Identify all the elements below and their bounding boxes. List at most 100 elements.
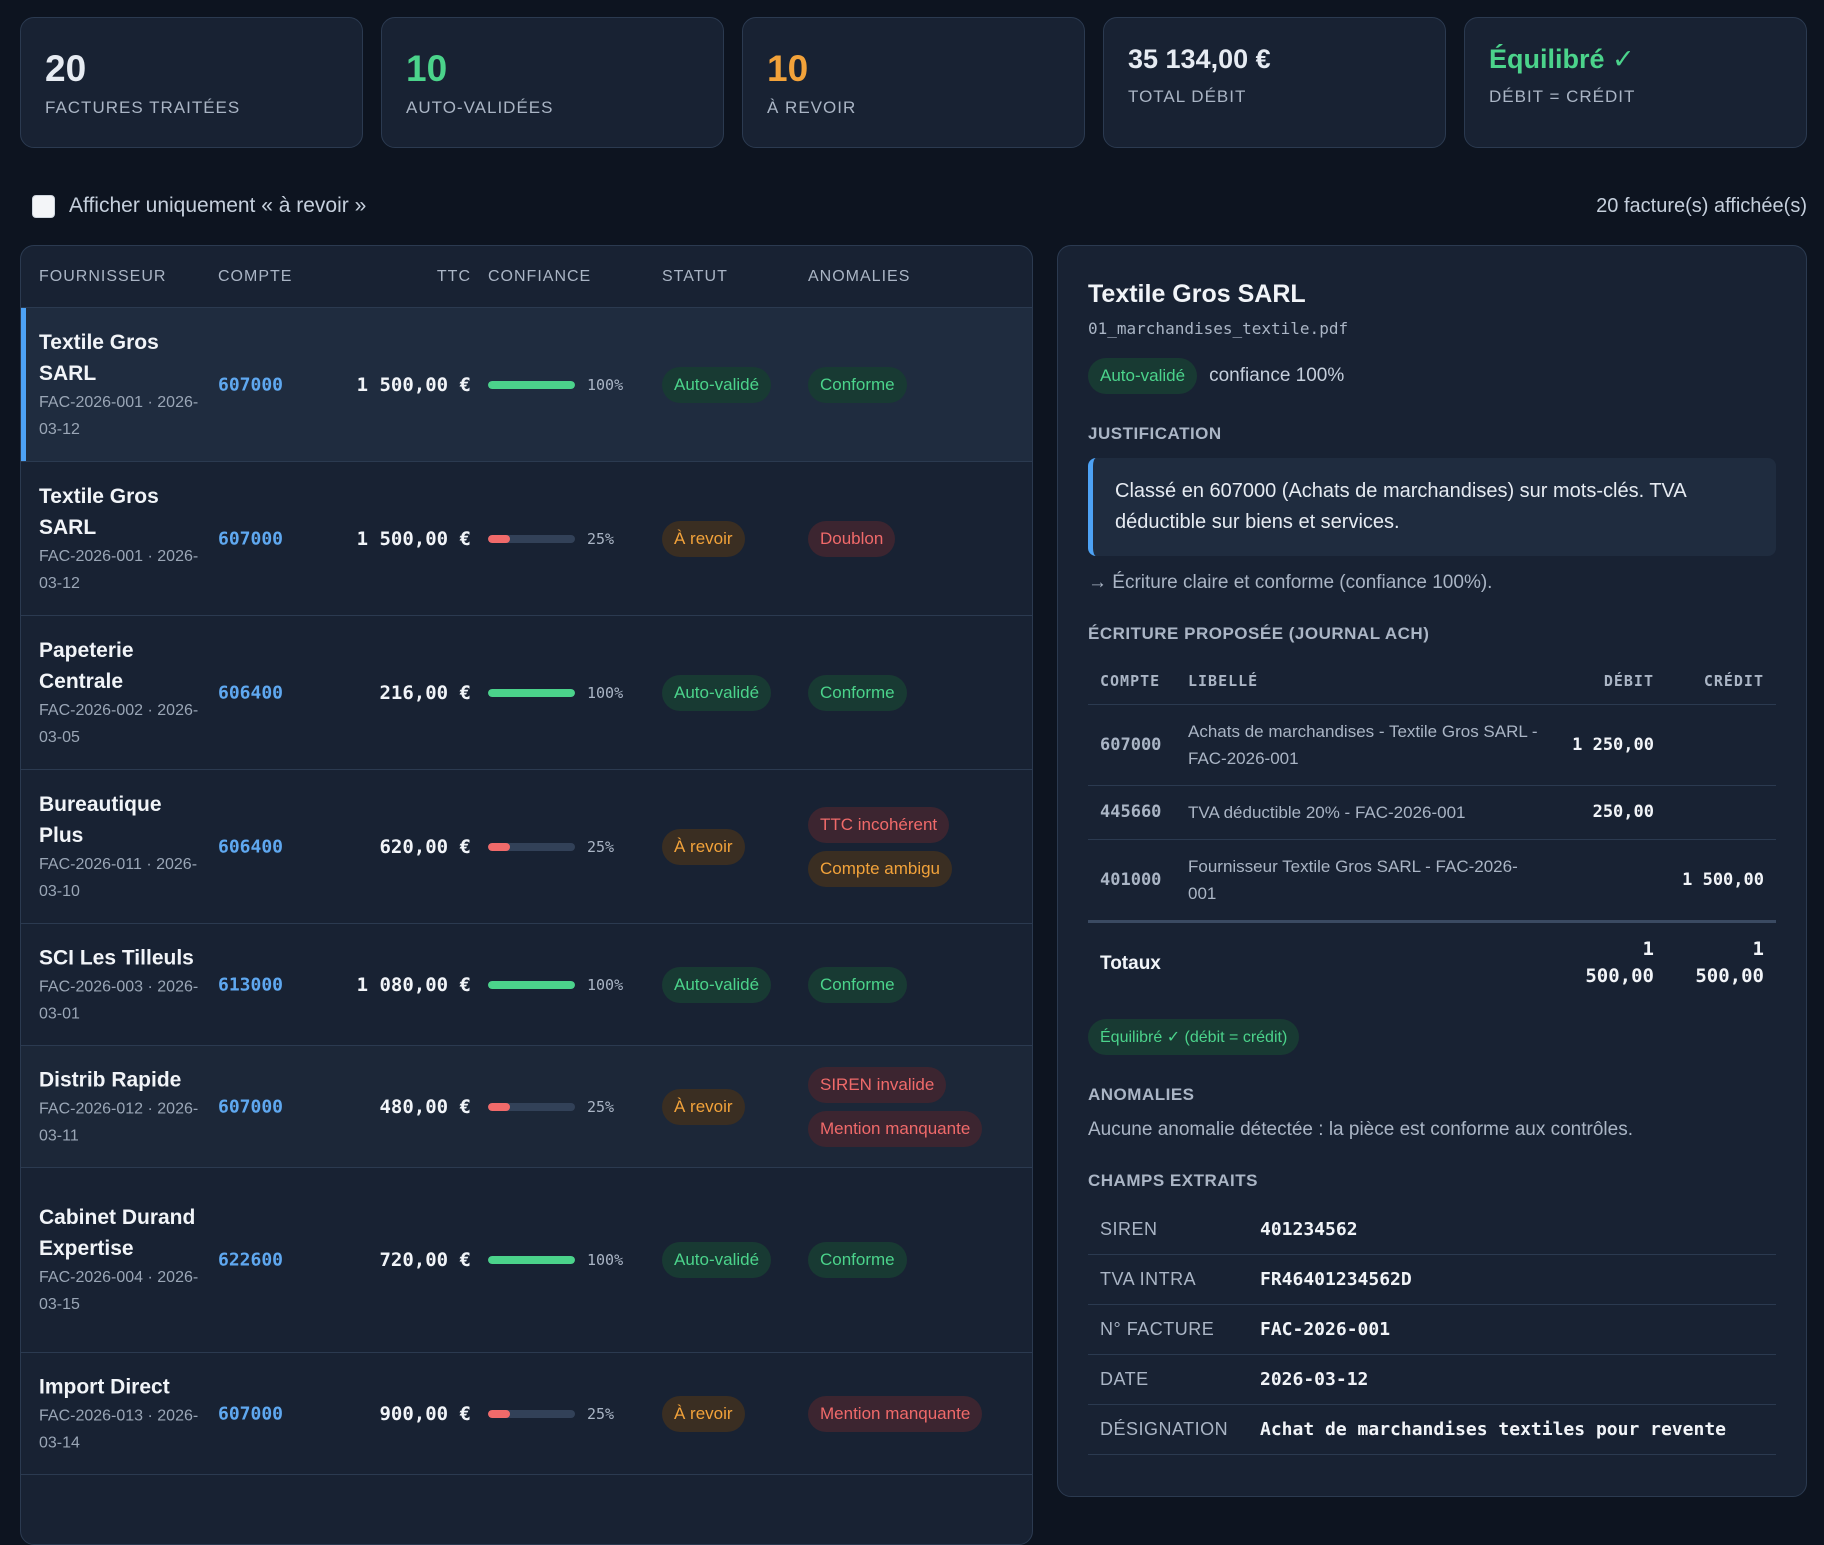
stat-card-total-debit: 35 134,00 € Total débit [1103, 17, 1446, 148]
supplier-name: SCI Les Tilleuls [39, 946, 194, 969]
header-supplier: Fournisseur [39, 267, 167, 285]
anomaly-badge: TTC incohérent [808, 806, 950, 843]
entry-row: 401000 Fournisseur Textile Gros SARL - F… [1088, 839, 1776, 922]
status-cell: À revoir [662, 828, 802, 865]
anomalies-cell: SIREN invalide Mention manquante [808, 1066, 1028, 1147]
status-badge: À revoir [662, 520, 745, 557]
invoice-ref: FAC-2026-001 · 2026-03-12 [39, 393, 199, 438]
entry-header-credit: CRÉDIT [1666, 658, 1776, 705]
account-code: 613000 [218, 974, 284, 995]
anomaly-badge: Compte ambigu [808, 850, 953, 887]
confidence-value: 25% [587, 529, 615, 548]
account-code: 607000 [218, 1096, 284, 1117]
ttc-amount: 1 080,00 € [356, 973, 471, 996]
entry-totals-row: Totaux 1 500,00 1 500,00 [1088, 920, 1776, 1003]
ttc-amount: 1 500,00 € [356, 373, 471, 396]
table-row[interactable]: Cabinet Durand Expertise FAC-2026-004 · … [21, 1168, 1032, 1353]
supplier-name: Papeterie Centrale [39, 638, 134, 693]
confidence-cell: 25% [488, 1405, 648, 1423]
field-row: Désignation Achat de marchandises textil… [1088, 1404, 1776, 1455]
confidence-value: 100% [587, 975, 624, 994]
invoice-ref: FAC-2026-002 · 2026-03-05 [39, 701, 199, 746]
stat-label: Total débit [1128, 87, 1247, 106]
invoice-ref: FAC-2026-011 · 2026-03-10 [39, 855, 198, 900]
status-badge: Auto-validé [1088, 358, 1198, 394]
supplier-name: Import Direct [39, 1375, 170, 1398]
totals-credit: 1 500,00 [1666, 920, 1776, 1003]
review-filter[interactable]: Afficher uniquement « à revoir » [32, 194, 366, 218]
field-value: Achat de marchandises textiles pour reve… [1248, 1404, 1776, 1455]
confidence-bar [488, 688, 575, 697]
entry-label: TVA déductible 20% - FAC-2026-001 [1176, 785, 1556, 840]
entry-debit: 1 250,00 [1556, 704, 1666, 786]
confidence-value: 25% [587, 1404, 615, 1423]
invoice-ref: FAC-2026-001 · 2026-03-12 [39, 547, 199, 592]
anomaly-badge: SIREN invalide [808, 1066, 947, 1103]
supplier-cell: Textile Gros SARL FAC-2026-001 · 2026-03… [39, 481, 199, 597]
table-row[interactable]: Distrib Rapide FAC-2026-012 · 2026-03-11… [21, 1046, 1032, 1168]
confidence-value: 25% [587, 1097, 615, 1116]
confidence-value: 100% [587, 1251, 624, 1269]
entry-header-label: LIBELLÉ [1176, 658, 1556, 705]
account-code: 622600 [218, 1249, 284, 1271]
anomalies-cell: Conforme [808, 1242, 1028, 1278]
status-cell: Auto-validé [662, 966, 802, 1003]
invoice-detail: Textile Gros SARL 01_marchandises_textil… [1057, 245, 1807, 1497]
table-row[interactable]: Textile Gros SARL FAC-2026-001 · 2026-03… [21, 462, 1032, 616]
stats-bar: 20 Factures traitées 10 Auto-validées 10… [20, 17, 1807, 148]
status-badge: À revoir [662, 1395, 745, 1432]
invoice-table: Fournisseur Compte TTC Confiance Statut … [20, 245, 1033, 1545]
table-row[interactable]: Textile Gros SARL FAC-2026-001 · 2026-03… [21, 308, 1032, 462]
stat-label: À revoir [767, 98, 857, 117]
table-row[interactable]: Bureautique Plus FAC-2026-011 · 2026-03-… [21, 770, 1032, 924]
detail-file: 01_marchandises_textile.pdf [1088, 319, 1349, 338]
header-status: Statut [662, 267, 728, 285]
stat-value: 10 [767, 48, 809, 89]
anomalies-cell: Conforme [808, 674, 1028, 711]
confidence-value: 100% [587, 375, 624, 394]
justification-text: Classé en 607000 (Achats de marchandises… [1088, 458, 1776, 556]
anomaly-badge: Doublon [808, 520, 896, 557]
status-cell: Auto-validé [662, 1242, 802, 1278]
entry-credit: 1 500,00 [1666, 839, 1776, 922]
confidence-cell: 25% [488, 1098, 648, 1116]
review-filter-label: Afficher uniquement « à revoir » [69, 194, 367, 217]
ttc-amount: 480,00 € [379, 1095, 471, 1118]
header-confidence: Confiance [488, 267, 592, 285]
confidence-cell: 100% [488, 684, 648, 702]
table-row[interactable]: Papeterie Centrale FAC-2026-002 · 2026-0… [21, 616, 1032, 770]
anomaly-badge: Mention manquante [808, 1110, 983, 1147]
status-badge: Auto-validé [662, 366, 772, 403]
stat-value: 10 [406, 48, 448, 89]
confidence-bar [488, 980, 575, 989]
confidence-bar [488, 842, 575, 851]
confidence-bar [488, 1102, 575, 1111]
table-header: Fournisseur Compte TTC Confiance Statut … [21, 246, 1032, 308]
anomalies-cell: Mention manquante [808, 1395, 1028, 1432]
supplier-cell: Papeterie Centrale FAC-2026-002 · 2026-0… [39, 635, 199, 751]
supplier-name: Textile Gros SARL [39, 330, 159, 385]
stat-value: 35 134,00 € [1128, 44, 1271, 74]
anomaly-badge: Conforme [808, 1242, 907, 1278]
entry-row: 607000 Achats de marchandises - Textile … [1088, 704, 1776, 786]
review-filter-checkbox[interactable] [32, 194, 55, 218]
anomalies-cell: Conforme [808, 966, 1028, 1003]
field-row: SIREN 401234562 [1088, 1205, 1776, 1255]
stat-value: Équilibré ✓ [1489, 44, 1635, 74]
entry-header-account: COMPTE [1088, 658, 1176, 705]
table-row[interactable]: Import Direct FAC-2026-013 · 2026-03-14 … [21, 1353, 1032, 1475]
detail-title: Textile Gros SARL [1088, 280, 1306, 308]
table-row[interactable]: SCI Les Tilleuls FAC-2026-003 · 2026-03-… [21, 924, 1032, 1046]
entry-credit [1666, 704, 1776, 786]
status-cell: À revoir [662, 1395, 802, 1432]
field-key: N° facture [1088, 1304, 1248, 1355]
confidence-cell: 100% [488, 376, 648, 394]
stat-card-to-review: 10 À revoir [742, 17, 1085, 148]
header-anomalies: Anomalies [808, 267, 911, 285]
entry-heading: Écriture proposée (journal ACH) [1088, 624, 1430, 643]
stat-card-processed: 20 Factures traitées [20, 17, 363, 148]
field-row: N° facture FAC-2026-001 [1088, 1304, 1776, 1355]
confidence-bar [488, 380, 575, 389]
entry-table: COMPTE LIBELLÉ DÉBIT CRÉDIT 607000 Achat… [1088, 658, 1776, 1003]
field-key: Désignation [1088, 1404, 1248, 1455]
